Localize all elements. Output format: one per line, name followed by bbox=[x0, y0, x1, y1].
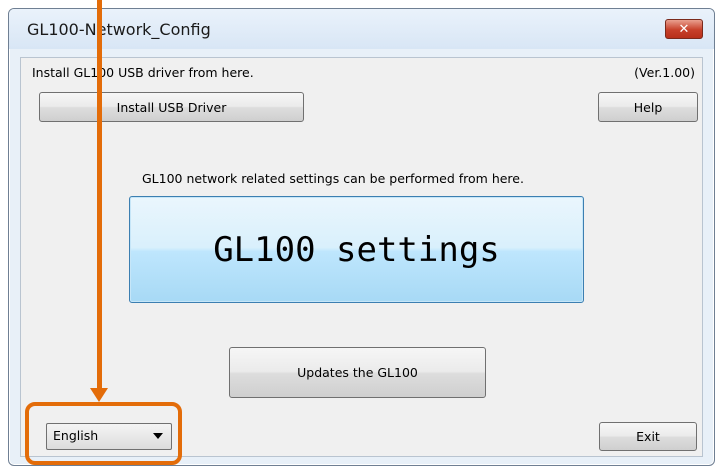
gl100-settings-label: GL100 settings bbox=[213, 229, 500, 270]
exit-label: Exit bbox=[636, 429, 660, 444]
annotation-arrow-line bbox=[97, 0, 102, 392]
gl100-settings-button[interactable]: GL100 settings bbox=[129, 196, 584, 303]
help-label: Help bbox=[633, 99, 663, 115]
client-area: Install GL100 USB driver from here. (Ver… bbox=[20, 57, 703, 457]
install-usb-driver-button[interactable]: Install USB Driver bbox=[39, 92, 304, 122]
title-bar[interactable]: GL100-Network_Config ✕ bbox=[9, 9, 714, 49]
annotation-arrowhead bbox=[90, 388, 108, 402]
updates-button[interactable]: Updates the GL100 bbox=[229, 347, 486, 398]
updates-label: Updates the GL100 bbox=[297, 365, 418, 380]
annotation-highlight-box bbox=[25, 402, 182, 465]
settings-hint: GL100 network related settings can be pe… bbox=[142, 171, 524, 186]
install-driver-hint: Install GL100 USB driver from here. bbox=[32, 65, 254, 80]
screenshot: GL100-Network_Config ✕ Install GL100 USB… bbox=[0, 0, 721, 472]
close-button[interactable]: ✕ bbox=[665, 19, 703, 39]
app-window: GL100-Network_Config ✕ Install GL100 USB… bbox=[8, 8, 715, 466]
install-usb-driver-label: Install USB Driver bbox=[116, 99, 227, 115]
window-title: GL100-Network_Config bbox=[27, 20, 211, 39]
exit-button[interactable]: Exit bbox=[599, 422, 697, 451]
help-button[interactable]: Help bbox=[598, 92, 698, 122]
close-icon: ✕ bbox=[678, 21, 690, 37]
version-label: (Ver.1.00) bbox=[634, 65, 695, 80]
